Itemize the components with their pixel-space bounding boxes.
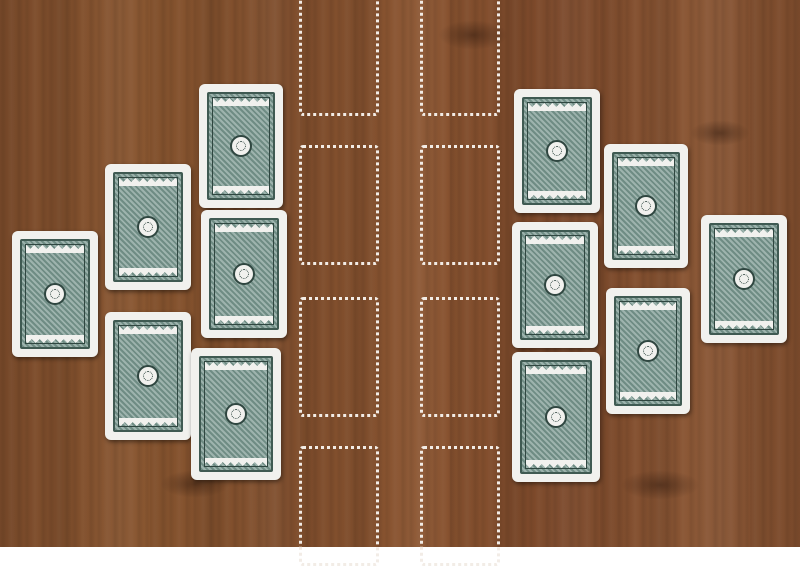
face-down-card[interactable] (514, 89, 600, 213)
medallion-icon (233, 263, 255, 285)
face-down-card[interactable] (12, 231, 98, 357)
medallion-icon (137, 216, 159, 238)
face-down-card[interactable] (604, 144, 688, 268)
empty-card-slot[interactable] (299, 145, 379, 265)
card-back-pattern (520, 230, 590, 340)
card-back-pattern (520, 360, 592, 474)
medallion-icon (544, 274, 566, 296)
wood-knot (690, 120, 750, 146)
card-back-pattern (522, 97, 592, 205)
card-back-pattern (614, 296, 682, 406)
face-down-card[interactable] (201, 210, 287, 338)
card-back-pattern (207, 92, 275, 200)
medallion-icon (225, 403, 247, 425)
empty-card-slot[interactable] (420, 446, 500, 566)
face-down-card[interactable] (199, 84, 283, 208)
card-back-pattern (113, 172, 183, 282)
medallion-icon (545, 406, 567, 428)
medallion-icon (137, 365, 159, 387)
face-down-card[interactable] (105, 312, 191, 440)
wooden-table (0, 0, 800, 566)
face-down-card[interactable] (606, 288, 690, 414)
face-down-card[interactable] (512, 222, 598, 348)
card-back-pattern (20, 239, 90, 349)
card-back-pattern (612, 152, 680, 260)
empty-card-slot[interactable] (420, 297, 500, 417)
empty-card-slot[interactable] (299, 0, 379, 116)
face-down-card[interactable] (191, 348, 281, 480)
medallion-icon (635, 195, 657, 217)
card-back-pattern (199, 356, 273, 472)
empty-card-slot[interactable] (299, 297, 379, 417)
card-back-pattern (113, 320, 183, 432)
medallion-icon (546, 140, 568, 162)
card-back-pattern (209, 218, 279, 330)
face-down-card[interactable] (701, 215, 787, 343)
medallion-icon (230, 135, 252, 157)
face-down-card[interactable] (512, 352, 600, 482)
medallion-icon (637, 340, 659, 362)
card-back-pattern (709, 223, 779, 335)
empty-card-slot[interactable] (299, 446, 379, 566)
medallion-icon (733, 268, 755, 290)
empty-card-slot[interactable] (420, 145, 500, 265)
wood-knot (620, 470, 700, 500)
face-down-card[interactable] (105, 164, 191, 290)
empty-card-slot[interactable] (420, 0, 500, 116)
medallion-icon (44, 283, 66, 305)
